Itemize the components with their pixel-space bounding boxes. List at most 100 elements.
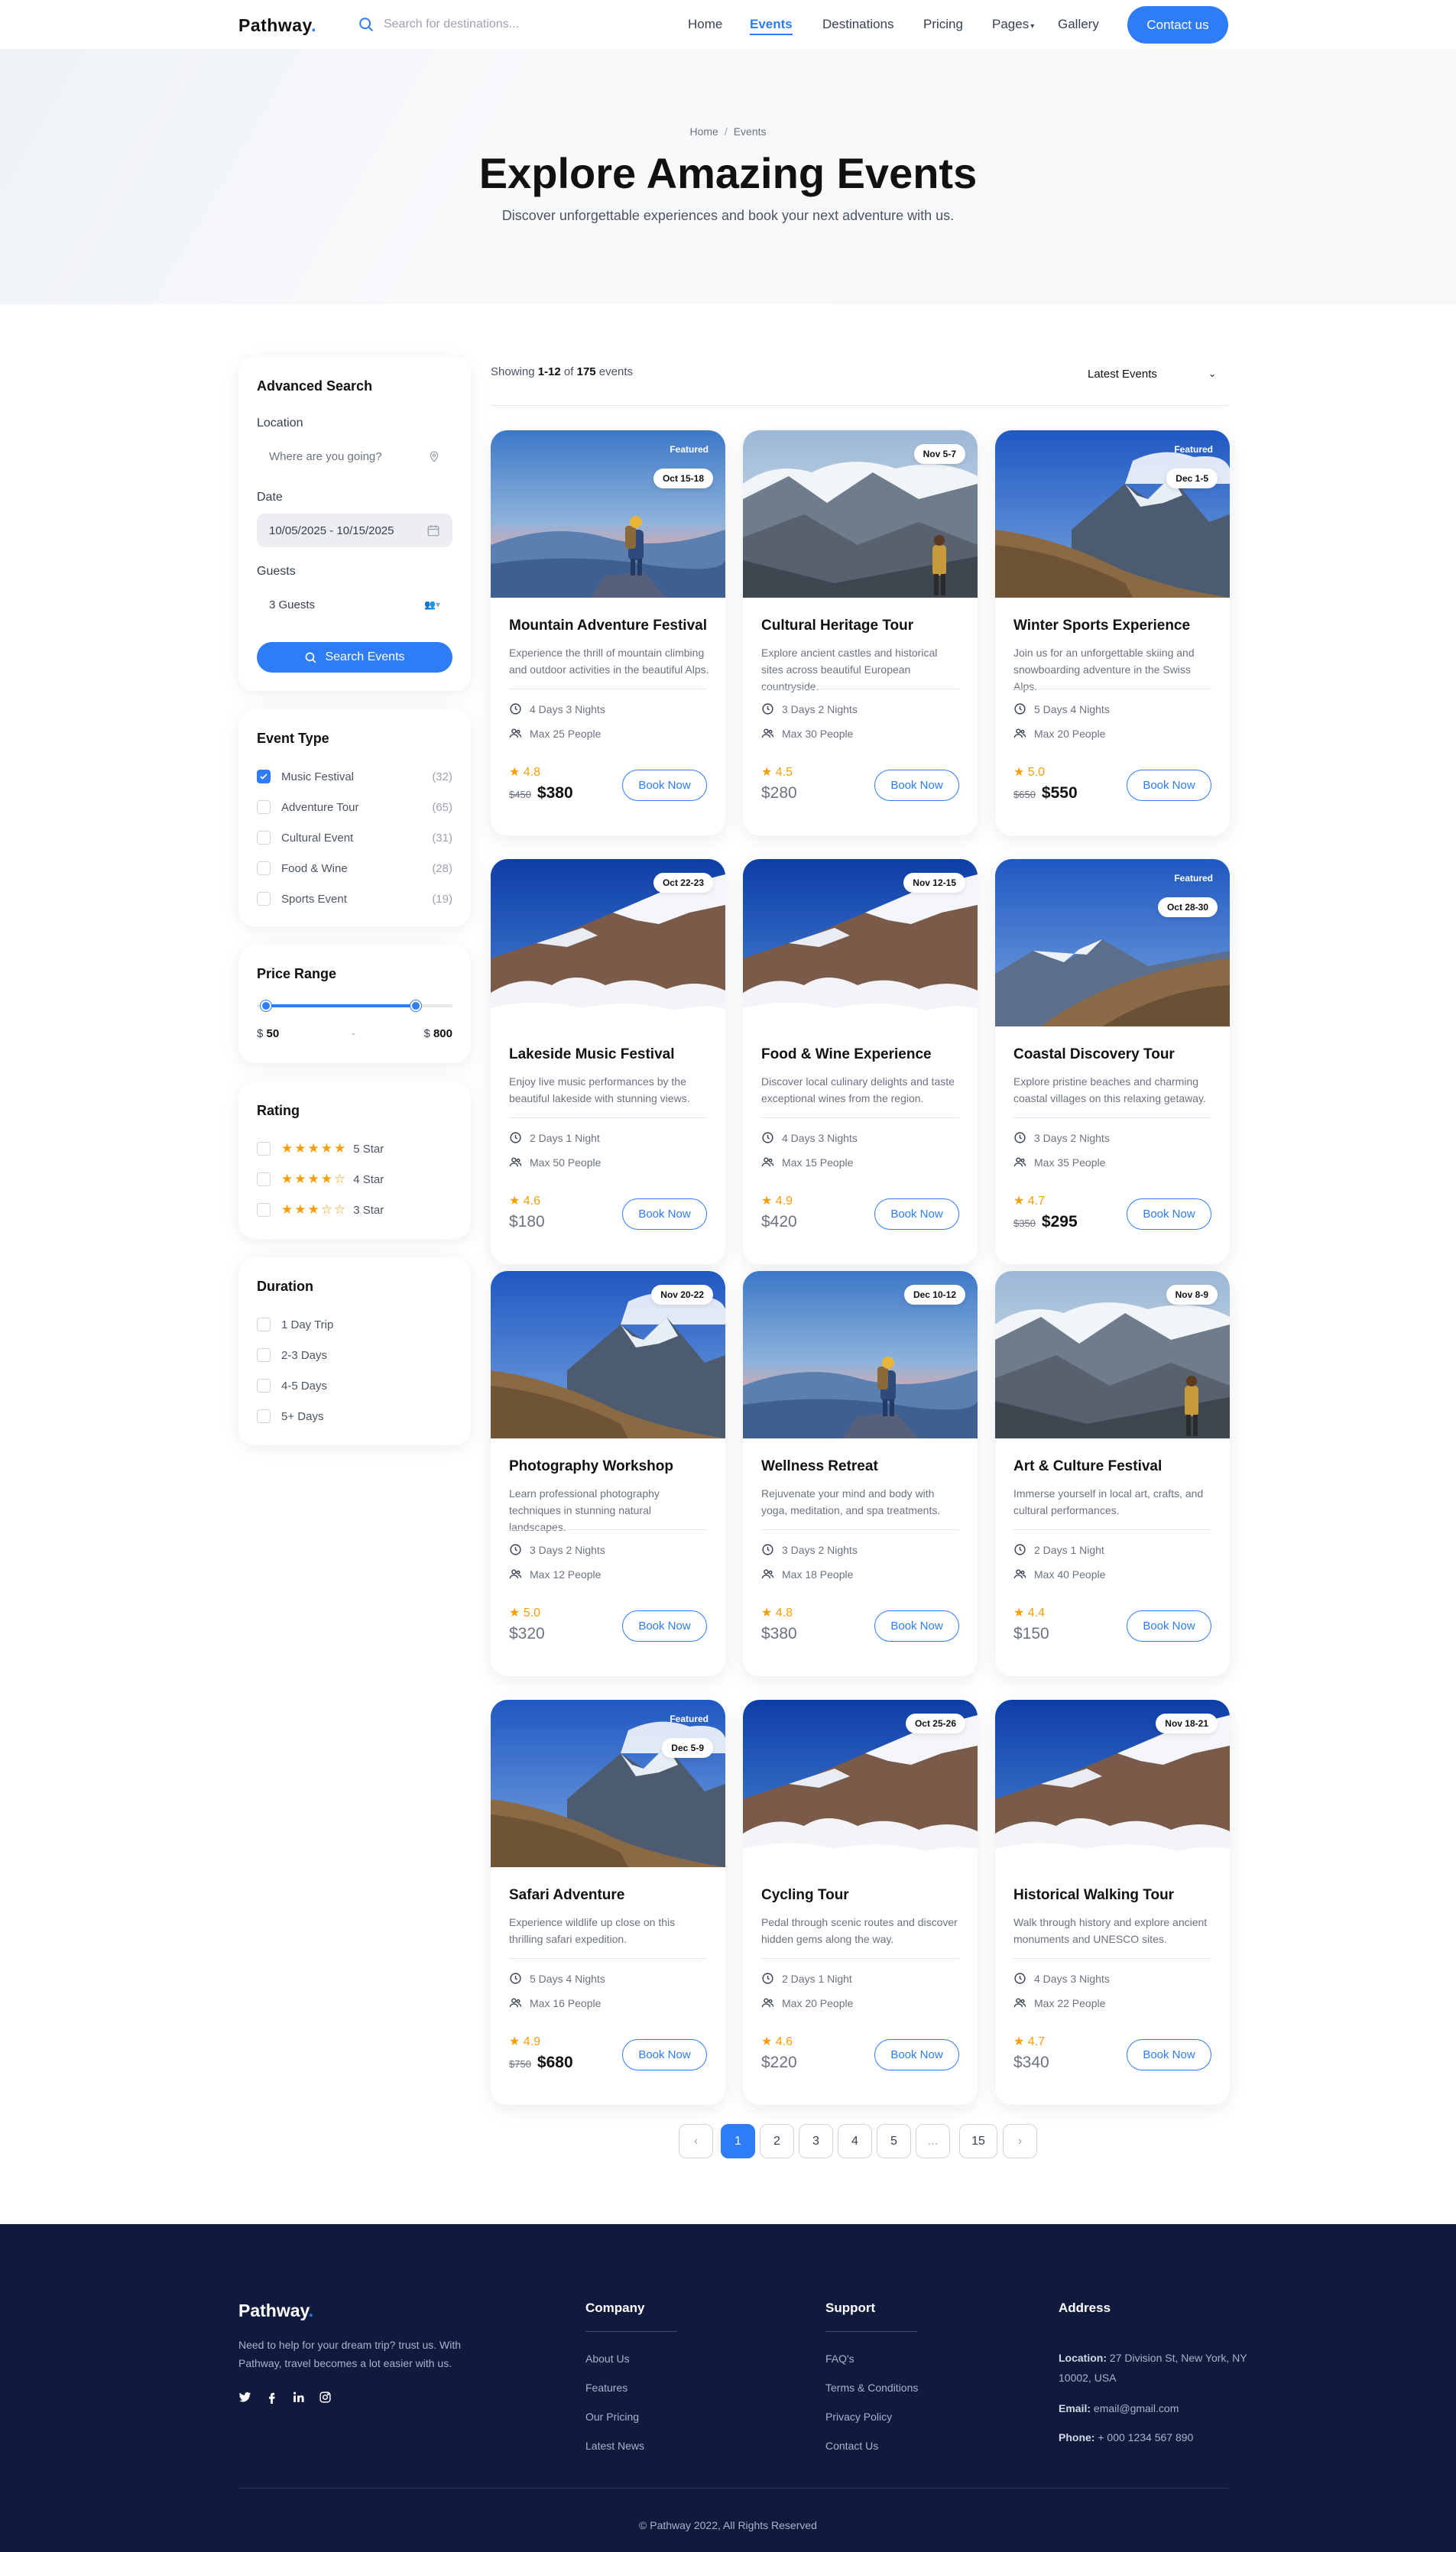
book-now-button[interactable]: Book Now [622, 2039, 707, 2070]
footer-link-contact[interactable]: Contact Us [825, 2440, 878, 2452]
checkbox[interactable] [257, 1379, 271, 1393]
duration-option[interactable]: 4-5 Days [257, 1377, 452, 1394]
footer-link-about[interactable]: About Us [585, 2353, 630, 2365]
event-image[interactable] [491, 1700, 725, 1867]
twitter-icon[interactable] [238, 2391, 251, 2404]
event-type-option[interactable]: Adventure Tour (65) [257, 799, 452, 816]
checkbox[interactable] [257, 1318, 271, 1331]
duration-option[interactable]: 2-3 Days [257, 1347, 452, 1364]
nav-pages[interactable]: Pages ▾ [992, 17, 1034, 32]
event-card[interactable]: Oct 25-26 Cycling Tour Pedal through sceni… [743, 1700, 978, 2105]
event-title[interactable]: Food & Wine Experience [761, 1046, 960, 1063]
book-now-button[interactable]: Book Now [1127, 1198, 1211, 1230]
header-search[interactable]: Search for destinations... [358, 14, 519, 35]
breadcrumb-home[interactable]: Home [689, 125, 718, 138]
rating-option[interactable]: ★★★☆☆ 3 Star [257, 1201, 452, 1218]
event-title[interactable]: Historical Walking Tour [1013, 1887, 1212, 1904]
prev-page-button[interactable]: ‹ [679, 2124, 713, 2158]
checkbox[interactable] [257, 831, 271, 845]
sort-select[interactable]: Latest Events ⌄ [1080, 357, 1228, 391]
checkbox[interactable] [257, 1348, 271, 1362]
event-type-option[interactable]: Sports Event (19) [257, 890, 452, 907]
book-now-button[interactable]: Book Now [622, 1610, 707, 1642]
page-button[interactable]: 15 [959, 2124, 997, 2158]
footer-link-faq[interactable]: FAQ's [825, 2353, 854, 2365]
event-card[interactable]: Nov 12-15 Food & Wine Experience Discover … [743, 859, 978, 1264]
event-title[interactable]: Coastal Discovery Tour [1013, 1046, 1212, 1063]
footer-link-news[interactable]: Latest News [585, 2440, 644, 2452]
book-now-button[interactable]: Book Now [1127, 770, 1211, 801]
event-card[interactable]: Featured Oct 15-18 Mountain Adventure Fest… [491, 430, 725, 835]
location-field[interactable]: Where are you going? [257, 439, 452, 473]
linkedin-icon[interactable] [292, 2391, 305, 2404]
nav-home[interactable]: Home [688, 17, 722, 32]
event-image[interactable] [491, 430, 725, 598]
facebook-icon[interactable] [265, 2391, 278, 2404]
nav-gallery[interactable]: Gallery [1058, 17, 1099, 32]
page-button[interactable]: 4 [838, 2124, 872, 2158]
event-title[interactable]: Photography Workshop [509, 1458, 708, 1475]
book-now-button[interactable]: Book Now [874, 2039, 959, 2070]
checkbox[interactable] [257, 1203, 271, 1217]
search-placeholder[interactable]: Search for destinations... [384, 18, 519, 31]
event-type-option[interactable]: Food & Wine (28) [257, 860, 452, 877]
event-card[interactable]: Nov 20-22 Photography Workshop Learn profe… [491, 1271, 725, 1676]
book-now-button[interactable]: Book Now [622, 1198, 707, 1230]
event-card[interactable]: Featured Oct 28-30 Coastal Discovery Tour E… [995, 859, 1230, 1264]
checkbox[interactable] [257, 1172, 271, 1186]
date-field[interactable]: 10/05/2025 - 10/15/2025 [257, 514, 452, 547]
event-card[interactable]: Nov 5-7 Cultural Heritage Tour Explore anc… [743, 430, 978, 835]
guests-field[interactable]: 3 Guests 👥▾ [257, 588, 452, 621]
book-now-button[interactable]: Book Now [874, 1198, 959, 1230]
event-card[interactable]: Dec 10-12 Wellness Retreat Rejuvenate your… [743, 1271, 978, 1676]
book-now-button[interactable]: Book Now [874, 1610, 959, 1642]
nav-pricing[interactable]: Pricing [923, 17, 963, 32]
duration-option[interactable]: 1 Day Trip [257, 1316, 452, 1333]
event-title[interactable]: Cultural Heritage Tour [761, 618, 960, 634]
footer-link-features[interactable]: Features [585, 2382, 627, 2394]
checkbox[interactable] [257, 861, 271, 875]
event-card[interactable]: Featured Dec 1-5 Winter Sports Experience J… [995, 430, 1230, 835]
page-button[interactable]: 1 [721, 2124, 755, 2158]
checkbox[interactable] [257, 892, 271, 906]
event-type-option[interactable]: Music Festival (32) [257, 768, 452, 785]
instagram-icon[interactable] [319, 2391, 332, 2404]
contact-button[interactable]: Contact us [1127, 6, 1228, 44]
duration-option[interactable]: 5+ Days [257, 1408, 452, 1425]
book-now-button[interactable]: Book Now [1127, 1610, 1211, 1642]
event-card[interactable]: Oct 22-23 Lakeside Music Festival Enjoy li… [491, 859, 725, 1264]
checkbox[interactable] [257, 1142, 271, 1156]
footer-phone[interactable]: Phone: + 000 1234 567 890 [1059, 2427, 1250, 2447]
nav-destinations[interactable]: Destinations [822, 17, 894, 32]
event-title[interactable]: Wellness Retreat [761, 1458, 960, 1475]
event-title[interactable]: Lakeside Music Festival [509, 1046, 708, 1063]
event-type-option[interactable]: Cultural Event (31) [257, 829, 452, 846]
rating-option[interactable]: ★★★★☆ 4 Star [257, 1171, 452, 1188]
search-events-button[interactable]: Search Events [257, 642, 452, 673]
footer-logo[interactable]: Pathway. [238, 2301, 313, 2321]
event-title[interactable]: Mountain Adventure Festival [509, 618, 708, 634]
event-image[interactable] [995, 430, 1230, 598]
rating-option[interactable]: ★★★★★ 5 Star [257, 1140, 452, 1157]
event-image[interactable] [995, 859, 1230, 1026]
footer-email[interactable]: Email: email@gmail.com [1059, 2398, 1250, 2418]
page-button[interactable]: 3 [799, 2124, 833, 2158]
checkbox[interactable] [257, 1409, 271, 1423]
price-slider-max-handle[interactable] [410, 1000, 421, 1011]
book-now-button[interactable]: Book Now [874, 770, 959, 801]
footer-link-privacy[interactable]: Privacy Policy [825, 2411, 892, 2423]
event-card[interactable]: Nov 8-9 Art & Culture Festival Immerse you… [995, 1271, 1230, 1676]
event-title[interactable]: Winter Sports Experience [1013, 618, 1212, 634]
page-button[interactable]: 5 [877, 2124, 911, 2158]
event-card[interactable]: Nov 18-21 Historical Walking Tour Walk thr… [995, 1700, 1230, 2105]
page-button[interactable]: 2 [760, 2124, 794, 2158]
next-page-button[interactable]: › [1003, 2124, 1037, 2158]
footer-link-pricing[interactable]: Our Pricing [585, 2411, 639, 2423]
checkbox[interactable] [257, 800, 271, 814]
footer-link-terms[interactable]: Terms & Conditions [825, 2382, 918, 2394]
event-title[interactable]: Safari Adventure [509, 1887, 708, 1904]
site-logo[interactable]: Pathway. [238, 15, 316, 36]
event-title[interactable]: Cycling Tour [761, 1887, 960, 1904]
price-slider-min-handle[interactable] [261, 1000, 271, 1011]
nav-events[interactable]: Events [750, 17, 793, 35]
